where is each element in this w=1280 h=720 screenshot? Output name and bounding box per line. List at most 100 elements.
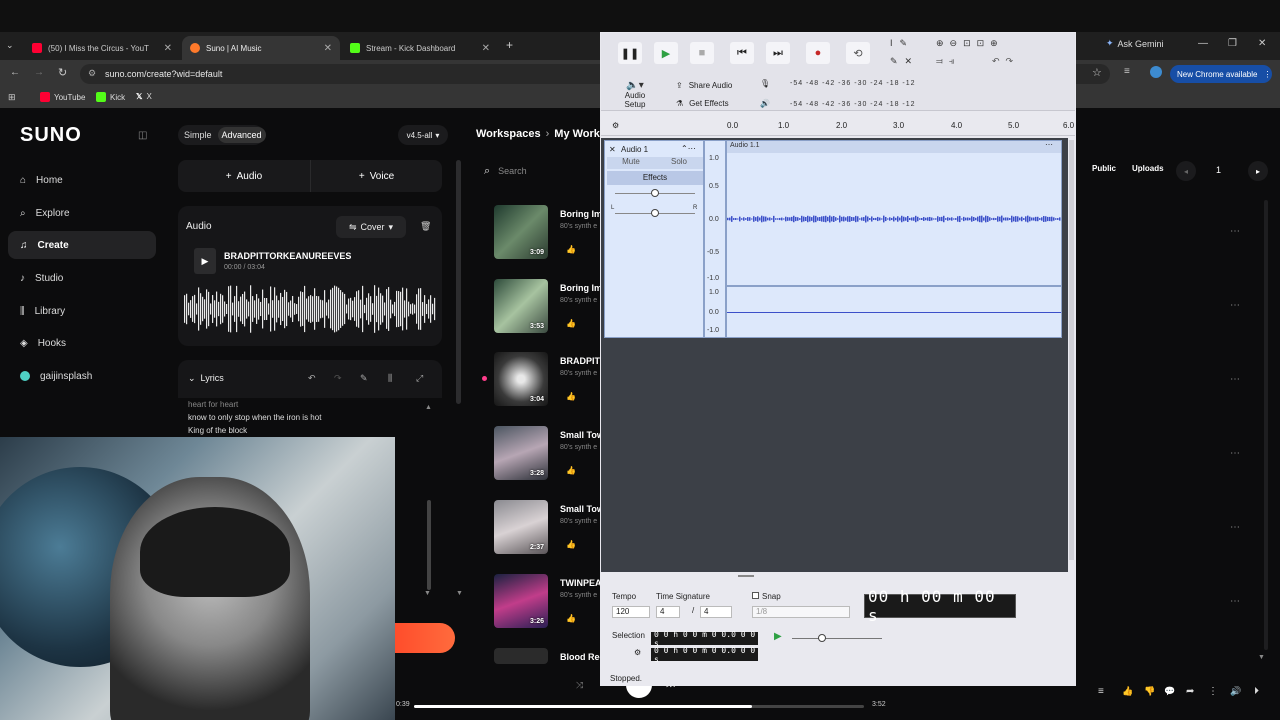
speed-slider-thumb[interactable] (818, 634, 826, 642)
collapse-icon[interactable]: ⌃⋯ (681, 144, 696, 153)
back-icon[interactable]: ← (10, 67, 20, 78)
chrome-update-button[interactable]: New Chrome available ⋮ (1170, 65, 1272, 83)
like-icon[interactable]: 👍 (566, 245, 576, 254)
pan-slider-thumb[interactable] (651, 209, 659, 217)
snap-checkbox[interactable]: Snap (752, 592, 781, 601)
volume-icon[interactable]: 🔊 (1230, 686, 1241, 697)
close-icon[interactable]: ✕ (164, 43, 172, 54)
scroll-down-icon[interactable]: ▼ (1258, 654, 1265, 661)
next-page-button[interactable]: ▸ (1248, 161, 1268, 181)
sidebar-toggle-icon[interactable]: ◫ (138, 130, 147, 141)
shuffle-icon[interactable]: ⤨ (576, 680, 583, 691)
like-icon[interactable]: 👍 (566, 392, 576, 401)
more-options-icon[interactable]: ⋯ (1230, 374, 1240, 385)
extensions-icon[interactable]: ≡ (1124, 66, 1130, 77)
sidebar-item-explore[interactable]: ⌕ Explore (8, 199, 156, 227)
suno-logo[interactable]: SUNO (20, 124, 82, 147)
clip-menu-icon[interactable]: ⋯ (1045, 140, 1053, 149)
record-meter[interactable]: -54 -48 -42 -36 -30 -24 -18 -12 (790, 80, 916, 87)
more-icon[interactable]: ⋮ (1208, 686, 1218, 697)
play-icon[interactable]: ▶ (194, 248, 216, 274)
ask-gemini-button[interactable]: ✦ Ask Gemini (1106, 38, 1164, 49)
stop-button[interactable]: ■ (690, 42, 714, 64)
get-effects-button[interactable]: ⚗ Get Effects (676, 99, 729, 108)
sidebar-item-hooks[interactable]: ◈ Hooks (8, 329, 156, 357)
filter-public[interactable]: Public (1092, 164, 1116, 173)
list-item[interactable]: 2:37 Small Tow 80's synth e 👍 (494, 500, 604, 562)
audio-clip-lower[interactable] (726, 286, 1062, 338)
breadcrumb-workspaces[interactable]: Workspaces (476, 128, 541, 140)
player-progress[interactable] (414, 705, 864, 708)
tab-youtube[interactable]: (50) I Miss the Circus - YouT ✕ (24, 36, 180, 60)
undo-icon[interactable]: ↶ (308, 373, 316, 384)
resize-handle[interactable] (738, 575, 754, 577)
comment-icon[interactable]: 💬 (1164, 686, 1175, 697)
close-icon[interactable]: ✕ (609, 145, 616, 154)
undo-redo-tools[interactable]: ↶↷ (992, 56, 1019, 67)
more-options-icon[interactable]: ⋯ (1230, 522, 1240, 533)
share-audio-button[interactable]: ⇪ Share Audio (676, 81, 732, 90)
search-input[interactable]: ⌕ Search (484, 160, 600, 182)
reload-icon[interactable]: ↻ (58, 66, 67, 79)
sidebar-item-studio[interactable]: ♪ Studio (8, 264, 156, 292)
time-sig-numerator[interactable]: 4 (656, 606, 680, 618)
version-select[interactable]: v4.5-all ▾ (398, 125, 448, 145)
lyrics-toggle[interactable]: ⌄ Lyrics (188, 373, 224, 384)
waveform[interactable] (184, 284, 436, 334)
bookmark-kick[interactable]: Kick (96, 92, 125, 102)
edit-tools[interactable]: I✎ (890, 38, 914, 49)
bookmark-youtube[interactable]: YouTube (40, 92, 85, 102)
share-icon[interactable]: ➦ (1186, 686, 1194, 697)
profile-avatar[interactable] (1150, 66, 1162, 78)
effects-button[interactable]: Effects (607, 171, 703, 185)
sidebar-item-create[interactable]: ♫ Create (8, 231, 156, 259)
trash-icon[interactable]: 🗑 (420, 221, 431, 232)
forward-icon[interactable]: → (34, 67, 44, 78)
cover-select[interactable]: ⇋ Cover ▾ (336, 216, 406, 238)
scroll-down-icon[interactable]: ▼ (424, 590, 431, 597)
time-display[interactable]: 00 h 00 m 00 s (864, 587, 1016, 625)
format-icon[interactable]: ⫼ (388, 373, 392, 384)
list-item[interactable]: 3:04 BRADPIT 80's synth e 👍 (494, 352, 604, 414)
tab-search-icon[interactable]: ⌄ (6, 40, 14, 51)
sidebar-item-profile[interactable]: gaijinsplash (8, 362, 156, 390)
filter-uploads[interactable]: Uploads (1132, 164, 1164, 173)
play-button[interactable]: ▶ (654, 42, 678, 64)
mode-advanced-tab[interactable]: Advanced (217, 127, 266, 143)
close-icon[interactable]: ✕ (482, 43, 490, 54)
dislike-icon[interactable]: 👎 (1144, 686, 1155, 697)
selection-settings-icon[interactable]: ⚙ (634, 648, 641, 657)
queue-icon[interactable]: ≡ (1098, 686, 1104, 697)
clip-header[interactable]: Audio 1.1 ⋯ (727, 140, 1061, 153)
like-icon[interactable]: 👍 (566, 614, 576, 623)
scroll-up-icon[interactable]: ▲ (425, 404, 432, 411)
more-options-icon[interactable]: ⋯ (1230, 448, 1240, 459)
sidebar-item-library[interactable]: ⫼ Library (8, 297, 156, 325)
mode-simple-tab[interactable]: Simple (178, 130, 218, 140)
edit-icon[interactable]: ✎ (360, 373, 368, 384)
lyrics-scrollbar[interactable] (427, 500, 431, 590)
redo-icon[interactable]: ↷ (334, 373, 342, 384)
bookmark-x[interactable]: 𝕏X (136, 92, 152, 101)
audio-setup-button[interactable]: 🔈▾ Audio Setup (614, 80, 656, 109)
selection-end-field[interactable]: 0 0 h 0 0 m 0 0.0 0 0 s (651, 646, 758, 664)
vertical-scrollbar[interactable] (1069, 140, 1074, 560)
expand-icon[interactable]: ⤢ (416, 373, 423, 384)
audio-clip[interactable]: Audio 1.1 ⋯ (726, 140, 1062, 286)
draw-tools[interactable]: ✎✕ (890, 56, 919, 67)
snap-select[interactable]: 1/8 (752, 606, 850, 618)
play-at-speed-icon[interactable]: ▶ (774, 631, 782, 642)
tempo-input[interactable]: 120 (612, 606, 650, 618)
record-button[interactable]: ● (806, 42, 830, 64)
like-icon[interactable]: 👍 (566, 466, 576, 475)
bookmark-star-icon[interactable]: ☆ (1092, 66, 1102, 79)
playback-meter-icon[interactable]: 🔊 (760, 99, 770, 108)
prev-page-button[interactable]: ◂ (1176, 161, 1196, 181)
tab-kick[interactable]: Stream - Kick Dashboard ✕ (342, 36, 498, 60)
close-icon[interactable]: ✕ (324, 43, 332, 54)
add-audio-button[interactable]: + Audio (178, 160, 310, 192)
list-item[interactable]: 3:09 Boring Im 80's synth e 👍 (494, 205, 604, 267)
trim-tools[interactable]: ⫤⫣ (936, 56, 960, 67)
speed-slider[interactable] (792, 638, 882, 639)
list-scrollbar[interactable] (1264, 200, 1268, 650)
